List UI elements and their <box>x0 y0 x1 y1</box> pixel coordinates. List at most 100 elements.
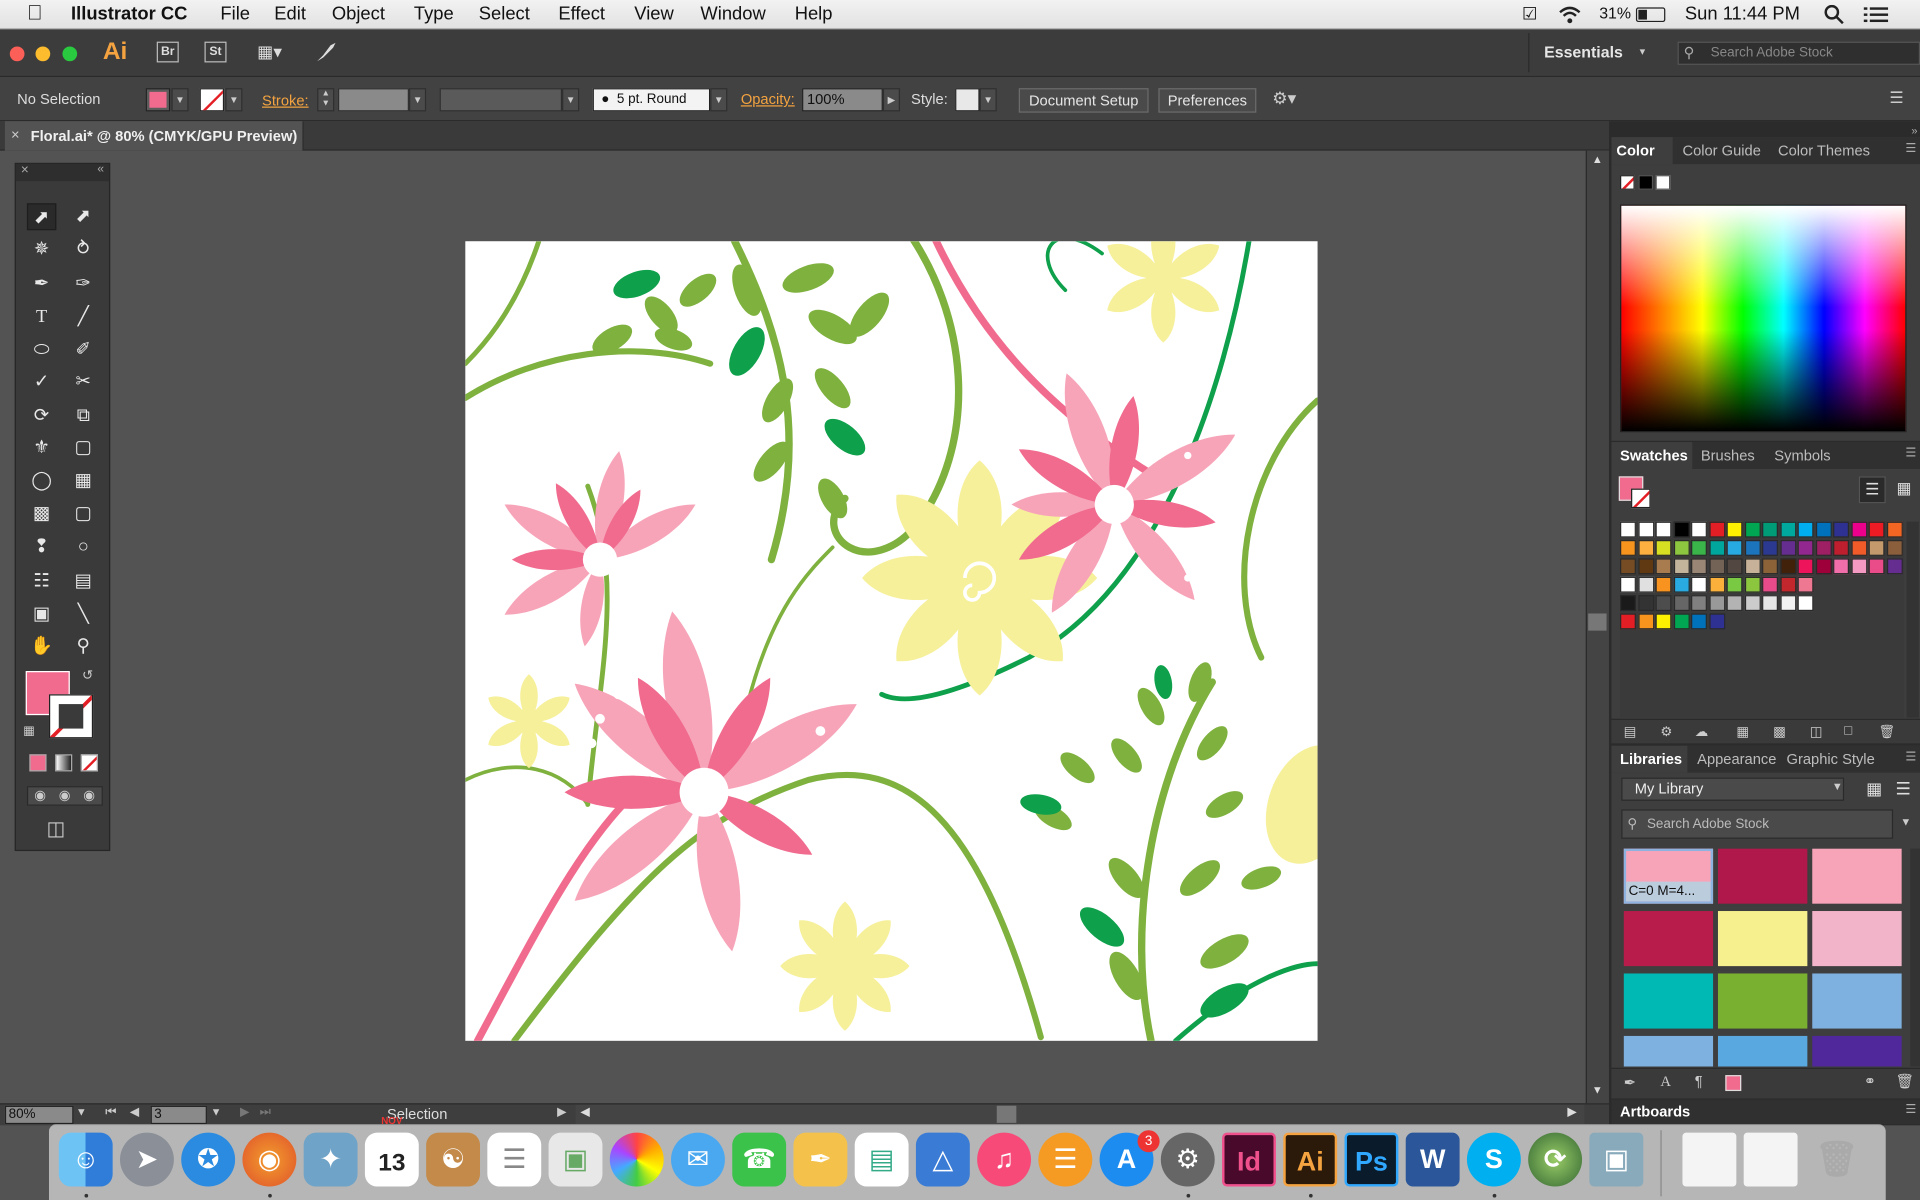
swatch-chip[interactable] <box>1637 595 1654 612</box>
swatches-panel-menu-icon[interactable]: ☰ <box>1905 447 1916 460</box>
stroke-weight-field[interactable] <box>337 88 409 112</box>
library-color-swatch[interactable] <box>1812 848 1902 904</box>
swatch-chip[interactable] <box>1708 595 1725 612</box>
color-mode-button[interactable] <box>29 754 47 772</box>
swatch-chip[interactable] <box>1726 576 1743 593</box>
preview-eagle-icon[interactable]: ✦ <box>303 1132 358 1187</box>
skype-icon[interactable]: S <box>1466 1132 1521 1187</box>
battery-icon[interactable] <box>1635 7 1666 23</box>
none-mode-button[interactable] <box>80 754 98 772</box>
swatch-chip[interactable] <box>1655 558 1672 575</box>
control-bar-menu-icon[interactable]: ☰ <box>1889 88 1903 108</box>
downloads-stack-icon[interactable] <box>1682 1132 1737 1187</box>
swatch-chip[interactable] <box>1886 521 1903 538</box>
swatch-chip[interactable] <box>1762 595 1778 612</box>
numbers-icon[interactable]: ▤ <box>854 1132 909 1187</box>
tab-symbols[interactable]: Symbols <box>1774 442 1830 469</box>
libraries-scrollbar[interactable] <box>1910 848 1920 1067</box>
paintbrush-tool-icon[interactable]: ✐ <box>69 337 98 364</box>
swatches-scrollbar[interactable] <box>1906 521 1919 718</box>
stroke-weight-dropdown[interactable]: ▼ <box>408 88 427 112</box>
swatch-chip[interactable] <box>1691 521 1707 538</box>
preferences-button[interactable]: Preferences <box>1158 88 1257 113</box>
stroke-swatch-control[interactable] <box>199 88 225 112</box>
zoom-tool-icon[interactable]: ⚲ <box>69 633 98 660</box>
color-spectrum[interactable] <box>1620 204 1907 433</box>
lasso-tool-icon[interactable]: ⥁ <box>69 236 98 263</box>
none-color-swatch[interactable] <box>1620 175 1635 190</box>
previous-artboard-icon[interactable]: ◀ <box>130 1106 139 1119</box>
first-artboard-icon[interactable]: ⏮ <box>105 1106 116 1119</box>
swatch-chip[interactable] <box>1620 540 1636 556</box>
swatch-chip[interactable] <box>1797 558 1814 575</box>
stroke-label[interactable]: Stroke: <box>262 92 309 109</box>
firefox-icon[interactable]: ◉ <box>242 1132 297 1187</box>
illustrator-icon[interactable]: Ai <box>1283 1132 1338 1187</box>
trash-icon[interactable]: 🗑 <box>1810 1133 1864 1187</box>
stock-button[interactable]: St <box>204 41 227 63</box>
artboard-number-field[interactable]: 3 <box>150 1105 207 1125</box>
scroll-down-arrow[interactable]: ▼ <box>1592 1084 1603 1096</box>
pages-icon[interactable]: ✒ <box>793 1132 848 1187</box>
swatch-chip[interactable] <box>1691 613 1707 630</box>
library-grid-view-icon[interactable]: ▦ <box>1866 779 1882 800</box>
new-swatch-icon[interactable]: □ <box>1844 724 1852 739</box>
swatch-chip[interactable] <box>1655 521 1672 538</box>
libraries-panel-menu-icon[interactable]: ☰ <box>1905 751 1916 764</box>
swatch-chip[interactable] <box>1779 521 1796 538</box>
zoom-dropdown-arrow[interactable]: ▼ <box>76 1106 87 1118</box>
mesh-tool-icon[interactable]: ▩ <box>27 501 56 528</box>
scissors-tool-icon[interactable]: ✂ <box>69 369 98 396</box>
swatch-chip[interactable] <box>1815 558 1832 575</box>
type-tool-icon[interactable]: T <box>27 304 56 331</box>
workspace-switcher[interactable]: Essentials <box>1544 43 1623 61</box>
draw-mode-buttons[interactable]: ◉ ◉ ◉ <box>26 786 103 806</box>
draw-behind-icon[interactable]: ◉ <box>59 787 71 804</box>
facetime-icon[interactable]: ☎ <box>732 1132 787 1187</box>
swatch-chip[interactable] <box>1779 595 1796 612</box>
white-color-swatch[interactable] <box>1655 175 1671 190</box>
library-color-swatch[interactable] <box>1812 1035 1902 1067</box>
width-tool-icon[interactable]: ⚜ <box>27 435 56 462</box>
zoom-window-button[interactable] <box>62 46 78 62</box>
collapse-panel-icon[interactable]: « <box>97 163 104 176</box>
artboard-dropdown-arrow[interactable]: ▼ <box>211 1106 222 1118</box>
horizontal-scrollbar[interactable]: ◀ ▶ <box>575 1104 1585 1125</box>
screen-mode-icon[interactable]: ◫ <box>47 817 66 841</box>
slice-tool-icon[interactable]: ╲ <box>69 601 98 628</box>
menu-object[interactable]: Object <box>332 4 385 25</box>
shaper-tool-icon[interactable]: ✓ <box>27 369 56 396</box>
library-color-swatch[interactable]: C=0 M=4... <box>1623 848 1714 904</box>
swatch-chip[interactable] <box>1655 613 1672 630</box>
checkmark-status-icon[interactable]: ☑ <box>1522 4 1537 25</box>
app-name-menu[interactable]: Illustrator CC <box>71 4 187 25</box>
grid-view-icon[interactable]: ▦ <box>1891 476 1918 503</box>
word-icon[interactable]: W <box>1405 1132 1460 1187</box>
add-character-style-icon[interactable]: A <box>1660 1073 1671 1091</box>
finder-icon[interactable]: ☺ <box>58 1132 113 1187</box>
align-options-icon[interactable]: ⚙▾ <box>1272 88 1296 109</box>
swatch-chip[interactable] <box>1673 576 1690 593</box>
swatch-chip[interactable] <box>1886 558 1903 575</box>
stock-search-input[interactable]: ⚲ Search Adobe Stock <box>1677 41 1920 65</box>
delete-library-item-icon[interactable]: 🗑 <box>1896 1073 1915 1090</box>
opacity-field[interactable]: 100% <box>802 88 883 112</box>
reminders-icon[interactable]: ☰ <box>487 1132 542 1187</box>
swatch-chip[interactable] <box>1620 576 1636 593</box>
rotate-tool-icon[interactable]: ⟳ <box>27 403 56 430</box>
keynote-icon[interactable]: △ <box>915 1132 970 1187</box>
swatch-stroke-indicator[interactable] <box>1631 488 1651 509</box>
draw-normal-icon[interactable]: ◉ <box>34 787 46 804</box>
bridge-button[interactable]: Br <box>156 41 179 63</box>
library-color-swatch[interactable] <box>1812 911 1902 967</box>
swatch-chip[interactable] <box>1779 540 1796 556</box>
swatch-chip[interactable] <box>1868 521 1885 538</box>
collapse-dock-icon[interactable]: » <box>1893 125 1917 137</box>
library-color-swatch[interactable] <box>1812 973 1902 1029</box>
tab-color-themes[interactable]: Color Themes <box>1778 137 1870 164</box>
swatch-chip[interactable] <box>1655 576 1672 593</box>
apple-icon[interactable]:  <box>27 1 43 25</box>
stroke-color-box[interactable] <box>48 694 94 739</box>
scale-tool-icon[interactable]: ⧉ <box>69 403 98 430</box>
folder-icon[interactable]: ◫ <box>1810 724 1823 740</box>
